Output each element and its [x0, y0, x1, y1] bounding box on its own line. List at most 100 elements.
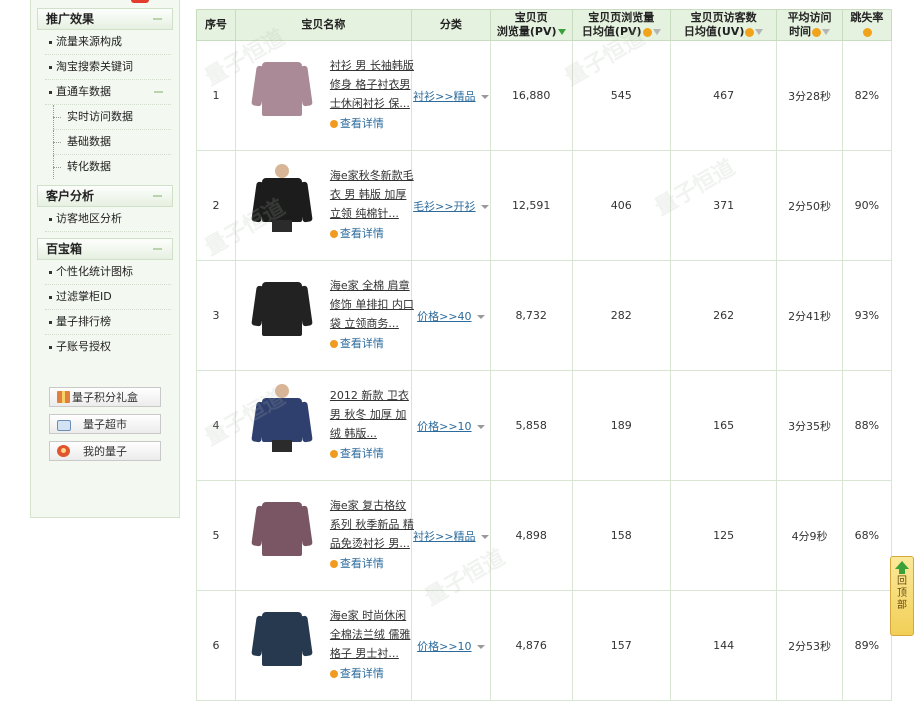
dropdown-caret-icon[interactable]: [480, 204, 489, 209]
product-title-link[interactable]: 衬衫 男 长袖韩版 修身 格子衬衣男士休闲衬衫 保...: [330, 56, 414, 113]
col-pv[interactable]: 宝贝页 浏览量(PV): [489, 9, 573, 41]
sidebar-item-custom-icons[interactable]: 个性化统计图标: [45, 260, 171, 285]
bullet-icon: [49, 90, 52, 94]
cell-category[interactable]: 毛衫>>开衫: [410, 150, 491, 261]
col-avg-pv[interactable]: 宝贝页浏览量 日均值(PV): [571, 9, 671, 41]
cell-category[interactable]: 衬衫>>精品: [410, 40, 491, 151]
cell-category[interactable]: 价格>>40: [410, 260, 491, 371]
sidebar-item-label: 子账号授权: [56, 340, 111, 353]
dropdown-caret-icon[interactable]: [476, 644, 485, 649]
product-thumbnail[interactable]: [248, 383, 316, 452]
detail-bullet-icon: [329, 119, 338, 128]
product-title-link[interactable]: 海e家 全棉 肩章修饰 单排扣 内口袋 立领商务...: [330, 276, 414, 333]
cell-bounce: 68%: [841, 480, 893, 591]
cell-name: 海e家 时尚休闲 全棉法兰绒 儒雅格子 男士衬... 查看详情: [234, 590, 414, 701]
collapse-icon[interactable]: [154, 91, 163, 93]
help-icon[interactable]: [812, 27, 822, 37]
sidebar-subitem-conversion[interactable]: 转化数据: [53, 155, 171, 179]
product-thumbnail[interactable]: [248, 494, 316, 562]
table-header-row: 序号 宝贝名称 分类 宝贝页 浏览量(PV) 宝贝页浏览量 日均值(PV) 宝贝页访…: [196, 9, 893, 41]
cell-name: 海e家秋冬新款毛衣 男 韩版 加厚立领 纯棉针... 查看详情: [234, 150, 414, 261]
view-details-link[interactable]: 查看详情: [329, 225, 414, 241]
product-title-link[interactable]: 2012 新款 卫衣 男 秋冬 加厚 加绒 韩版...: [330, 386, 414, 443]
category-link[interactable]: 价格>>40: [417, 310, 471, 323]
help-icon[interactable]: [862, 27, 872, 37]
sidebar-item-filter-id[interactable]: 过滤掌柜ID: [45, 285, 171, 310]
cell-avg-uv: 467: [669, 40, 778, 151]
dropdown-caret-icon[interactable]: [480, 94, 489, 99]
table-row: 3 海e家 全棉 肩章修饰 单排扣 内口袋 立领商务... 查看详情 价格>>40 8,…: [196, 260, 893, 371]
product-thumbnail[interactable]: [248, 163, 316, 232]
cell-category[interactable]: 衬衫>>精品: [410, 480, 491, 591]
sidebar-item-search-keywords[interactable]: 淘宝搜索关键词: [45, 55, 171, 80]
cell-bounce: 82%: [841, 40, 893, 151]
sidebar-subitem-label: 基础数据: [67, 135, 111, 148]
product-thumbnail[interactable]: [248, 274, 316, 342]
section-toolbox-header[interactable]: 百宝箱: [37, 238, 173, 260]
product-thumbnail[interactable]: [248, 604, 316, 672]
sidebar-item-label: 淘宝搜索关键词: [56, 60, 133, 73]
category-link[interactable]: 衬衫>>精品: [413, 530, 475, 543]
sort-desc-icon[interactable]: [557, 29, 566, 35]
sidebar-item-subaccount[interactable]: 子账号授权: [45, 335, 171, 359]
bullet-icon: [49, 65, 52, 69]
sidebar-subitem-label: 转化数据: [67, 160, 111, 173]
product-title-link[interactable]: 海e家 时尚休闲 全棉法兰绒 儒雅格子 男士衬...: [330, 606, 414, 663]
view-details-link[interactable]: 查看详情: [329, 115, 414, 131]
view-details-link[interactable]: 查看详情: [329, 665, 414, 681]
back-to-top-button[interactable]: 回顶部: [890, 556, 914, 636]
section-promo-header[interactable]: 推广效果: [37, 8, 173, 30]
back-to-top-label: 回顶部: [897, 576, 907, 611]
points-giftbox-button[interactable]: 量子积分礼盒: [49, 387, 161, 407]
category-link[interactable]: 衬衫>>精品: [413, 90, 475, 103]
product-thumbnail[interactable]: [248, 54, 316, 122]
product-title-link[interactable]: 海e家 复古格纹系列 秋季新品 精品免烫衬衫 男...: [330, 496, 414, 553]
collapse-icon[interactable]: [153, 18, 162, 20]
sort-icon[interactable]: [652, 29, 661, 35]
sidebar-item-visitor-region[interactable]: 访客地区分析: [45, 207, 171, 232]
supermarket-button[interactable]: 量子超市: [49, 414, 161, 434]
detail-bullet-icon: [329, 559, 338, 568]
cell-pv: 16,880: [489, 40, 573, 151]
col-bounce[interactable]: 跳失率: [841, 9, 893, 41]
cell-bounce: 90%: [841, 150, 893, 261]
my-liangzi-button[interactable]: 我的量子: [49, 441, 161, 461]
cell-avg-uv: 262: [669, 260, 778, 371]
collapse-icon[interactable]: [153, 195, 162, 197]
help-icon[interactable]: [642, 27, 652, 37]
cell-category[interactable]: 价格>>10: [410, 370, 491, 481]
bullet-icon: [49, 320, 52, 324]
sidebar-item-ranking[interactable]: 量子排行榜: [45, 310, 171, 335]
col-avg-uv[interactable]: 宝贝页访客数 日均值(UV): [669, 9, 778, 41]
sidebar-subitem-realtime[interactable]: 实时访问数据: [53, 105, 171, 130]
view-details-link[interactable]: 查看详情: [329, 445, 414, 461]
dropdown-caret-icon[interactable]: [476, 424, 485, 429]
view-details-link[interactable]: 查看详情: [329, 335, 414, 351]
sidebar-item-traffic-source[interactable]: 流量来源构成: [45, 30, 171, 55]
view-details-link[interactable]: 查看详情: [329, 555, 414, 571]
category-link[interactable]: 价格>>10: [417, 420, 471, 433]
sidebar-item-ztc-data[interactable]: 直通车数据: [45, 80, 171, 105]
sidebar-subitem-basic[interactable]: 基础数据: [53, 130, 171, 155]
sidebar-subitem-label: 实时访问数据: [67, 110, 133, 123]
cell-category[interactable]: 价格>>10: [410, 590, 491, 701]
section-customer-header[interactable]: 客户分析: [37, 185, 173, 207]
sidebar-top-stub: [37, 0, 173, 4]
category-link[interactable]: 价格>>10: [417, 640, 471, 653]
dropdown-caret-icon[interactable]: [476, 314, 485, 319]
sidebar-item-label: 流量来源构成: [56, 35, 122, 48]
collapse-icon[interactable]: [153, 248, 162, 250]
sort-icon[interactable]: [755, 29, 764, 35]
table-row: 4 2012 新款 卫衣 男 秋冬 加厚 加绒 韩版... 查看详情 价格>>10 5,…: [196, 370, 893, 481]
help-icon[interactable]: [745, 27, 755, 37]
bullet-icon: [49, 40, 52, 44]
category-link[interactable]: 毛衫>>开衫: [413, 200, 475, 213]
cell-name: 海e家 全棉 肩章修饰 单排扣 内口袋 立领商务... 查看详情: [234, 260, 414, 371]
product-title-link[interactable]: 海e家秋冬新款毛衣 男 韩版 加厚立领 纯棉针...: [330, 166, 414, 223]
dropdown-caret-icon[interactable]: [480, 534, 489, 539]
col-avg-time[interactable]: 平均访问 时间: [776, 9, 843, 41]
detail-bullet-icon: [329, 669, 338, 678]
sort-icon[interactable]: [822, 29, 831, 35]
gift-icon: [57, 391, 70, 403]
cell-bounce: 93%: [841, 260, 893, 371]
